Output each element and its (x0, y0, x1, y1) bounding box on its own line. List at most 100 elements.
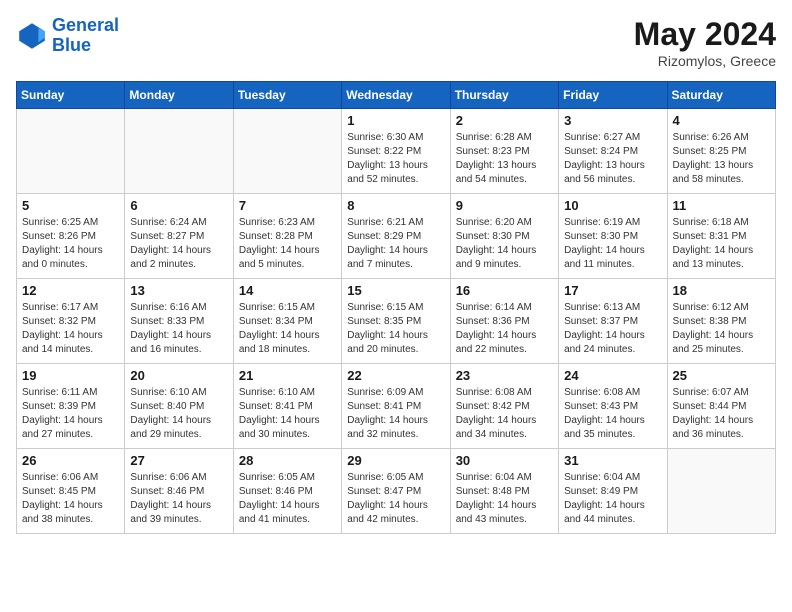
day-number: 20 (130, 368, 227, 383)
calendar-table: SundayMondayTuesdayWednesdayThursdayFrid… (16, 81, 776, 534)
day-number: 27 (130, 453, 227, 468)
calendar-cell: 16 Sunrise: 6:14 AMSunset: 8:36 PMDayligh… (450, 279, 558, 364)
day-info: Sunrise: 6:23 AMSunset: 8:28 PMDaylight:… (239, 216, 336, 272)
day-info: Sunrise: 6:05 AMSunset: 8:46 PMDaylight:… (239, 471, 336, 527)
week-row-2: 5 Sunrise: 6:25 AMSunset: 8:26 PMDaylight… (17, 194, 776, 279)
day-number: 1 (347, 113, 444, 128)
calendar-cell: 11 Sunrise: 6:18 AMSunset: 8:31 PMDayligh… (667, 194, 775, 279)
day-info: Sunrise: 6:26 AMSunset: 8:25 PMDaylight:… (673, 131, 770, 187)
calendar-cell: 14Sunrise: 6:15 AMSunset: 8:34 PMDayligh… (233, 279, 341, 364)
logo-icon (16, 20, 48, 52)
day-info: Sunrise: 6:11 AMSunset: 8:39 PMDaylight:… (22, 386, 119, 442)
day-info: Sunrise: 6:09 AMSunset: 8:41 PMDaylight:… (347, 386, 444, 442)
day-number: 31 (564, 453, 661, 468)
day-info: Sunrise: 6:15 AMSunset: 8:34 PMDaylight:… (239, 301, 336, 357)
day-number: 5 (22, 198, 119, 213)
day-number: 19 (22, 368, 119, 383)
day-info: Sunrise: 6:04 AMSunset: 8:49 PMDaylight:… (564, 471, 661, 527)
calendar-cell: 26 Sunrise: 6:06 AMSunset: 8:45 PMDayligh… (17, 449, 125, 534)
day-header-thursday: Thursday (450, 82, 558, 109)
week-row-4: 19 Sunrise: 6:11 AMSunset: 8:39 PMDayligh… (17, 364, 776, 449)
calendar-cell (233, 109, 341, 194)
calendar-cell: 6Sunrise: 6:24 AMSunset: 8:27 PMDaylight… (125, 194, 233, 279)
day-info: Sunrise: 6:16 AMSunset: 8:33 PMDaylight:… (130, 301, 227, 357)
calendar-cell: 21 Sunrise: 6:10 AMSunset: 8:41 PMDayligh… (233, 364, 341, 449)
day-info: Sunrise: 6:06 AMSunset: 8:45 PMDaylight:… (22, 471, 119, 527)
day-number: 23 (456, 368, 553, 383)
calendar-cell: 13 Sunrise: 6:16 AMSunset: 8:33 PMDayligh… (125, 279, 233, 364)
day-info: Sunrise: 6:08 AMSunset: 8:42 PMDaylight:… (456, 386, 553, 442)
day-number: 30 (456, 453, 553, 468)
day-info: Sunrise: 6:18 AMSunset: 8:31 PMDaylight:… (673, 216, 770, 272)
logo-line2: Blue (52, 35, 91, 55)
title-block: May 2024 Rizomylos, Greece (634, 16, 776, 69)
day-number: 15 (347, 283, 444, 298)
week-row-5: 26 Sunrise: 6:06 AMSunset: 8:45 PMDayligh… (17, 449, 776, 534)
day-info: Sunrise: 6:07 AMSunset: 8:44 PMDaylight:… (673, 386, 770, 442)
calendar-cell: 17 Sunrise: 6:13 AMSunset: 8:37 PMDayligh… (559, 279, 667, 364)
calendar-cell: 31 Sunrise: 6:04 AMSunset: 8:49 PMDayligh… (559, 449, 667, 534)
day-info: Sunrise: 6:13 AMSunset: 8:37 PMDaylight:… (564, 301, 661, 357)
day-number: 25 (673, 368, 770, 383)
day-number: 11 (673, 198, 770, 213)
calendar-cell: 5 Sunrise: 6:25 AMSunset: 8:26 PMDaylight… (17, 194, 125, 279)
calendar-cell: 15 Sunrise: 6:15 AMSunset: 8:35 PMDayligh… (342, 279, 450, 364)
day-number: 18 (673, 283, 770, 298)
day-number: 3 (564, 113, 661, 128)
day-info: Sunrise: 6:05 AMSunset: 8:47 PMDaylight:… (347, 471, 444, 527)
day-header-saturday: Saturday (667, 82, 775, 109)
day-number: 21 (239, 368, 336, 383)
calendar-cell: 27Sunrise: 6:06 AMSunset: 8:46 PMDayligh… (125, 449, 233, 534)
week-row-1: 1 Sunrise: 6:30 AMSunset: 8:22 PMDaylight… (17, 109, 776, 194)
day-info: Sunrise: 6:17 AMSunset: 8:32 PMDaylight:… (22, 301, 119, 357)
day-info: Sunrise: 6:10 AMSunset: 8:40 PMDaylight:… (130, 386, 227, 442)
day-header-monday: Monday (125, 82, 233, 109)
calendar-cell: 9Sunrise: 6:20 AMSunset: 8:30 PMDaylight… (450, 194, 558, 279)
day-number: 29 (347, 453, 444, 468)
calendar-header-row: SundayMondayTuesdayWednesdayThursdayFrid… (17, 82, 776, 109)
day-number: 6 (130, 198, 227, 213)
calendar-cell: 3 Sunrise: 6:27 AMSunset: 8:24 PMDaylight… (559, 109, 667, 194)
day-info: Sunrise: 6:25 AMSunset: 8:26 PMDaylight:… (22, 216, 119, 272)
day-number: 7 (239, 198, 336, 213)
day-number: 17 (564, 283, 661, 298)
calendar-cell: 2Sunrise: 6:28 AMSunset: 8:23 PMDaylight… (450, 109, 558, 194)
calendar-cell: 24 Sunrise: 6:08 AMSunset: 8:43 PMDayligh… (559, 364, 667, 449)
day-info: Sunrise: 6:15 AMSunset: 8:35 PMDaylight:… (347, 301, 444, 357)
day-number: 26 (22, 453, 119, 468)
day-number: 24 (564, 368, 661, 383)
calendar-cell: 8Sunrise: 6:21 AMSunset: 8:29 PMDaylight… (342, 194, 450, 279)
calendar-cell: 29 Sunrise: 6:05 AMSunset: 8:47 PMDayligh… (342, 449, 450, 534)
day-info: Sunrise: 6:20 AMSunset: 8:30 PMDaylight:… (456, 216, 553, 272)
day-header-friday: Friday (559, 82, 667, 109)
day-info: Sunrise: 6:10 AMSunset: 8:41 PMDaylight:… (239, 386, 336, 442)
day-info: Sunrise: 6:08 AMSunset: 8:43 PMDaylight:… (564, 386, 661, 442)
calendar-cell (17, 109, 125, 194)
calendar-cell (667, 449, 775, 534)
day-header-sunday: Sunday (17, 82, 125, 109)
logo-line1: General (52, 15, 119, 35)
day-number: 12 (22, 283, 119, 298)
day-number: 22 (347, 368, 444, 383)
day-info: Sunrise: 6:30 AMSunset: 8:22 PMDaylight:… (347, 131, 444, 187)
calendar-cell: 23 Sunrise: 6:08 AMSunset: 8:42 PMDayligh… (450, 364, 558, 449)
day-number: 10 (564, 198, 661, 213)
calendar-cell: 28 Sunrise: 6:05 AMSunset: 8:46 PMDayligh… (233, 449, 341, 534)
location: Rizomylos, Greece (634, 53, 776, 69)
day-header-tuesday: Tuesday (233, 82, 341, 109)
day-header-wednesday: Wednesday (342, 82, 450, 109)
day-info: Sunrise: 6:28 AMSunset: 8:23 PMDaylight:… (456, 131, 553, 187)
calendar-cell: 20 Sunrise: 6:10 AMSunset: 8:40 PMDayligh… (125, 364, 233, 449)
day-info: Sunrise: 6:27 AMSunset: 8:24 PMDaylight:… (564, 131, 661, 187)
day-info: Sunrise: 6:14 AMSunset: 8:36 PMDaylight:… (456, 301, 553, 357)
calendar-cell: 19 Sunrise: 6:11 AMSunset: 8:39 PMDayligh… (17, 364, 125, 449)
day-number: 28 (239, 453, 336, 468)
calendar-cell: 18 Sunrise: 6:12 AMSunset: 8:38 PMDayligh… (667, 279, 775, 364)
logo-text: General Blue (52, 16, 119, 56)
calendar-cell: 25 Sunrise: 6:07 AMSunset: 8:44 PMDayligh… (667, 364, 775, 449)
day-number: 13 (130, 283, 227, 298)
calendar-cell: 7 Sunrise: 6:23 AMSunset: 8:28 PMDaylight… (233, 194, 341, 279)
day-number: 16 (456, 283, 553, 298)
day-info: Sunrise: 6:12 AMSunset: 8:38 PMDaylight:… (673, 301, 770, 357)
day-number: 4 (673, 113, 770, 128)
